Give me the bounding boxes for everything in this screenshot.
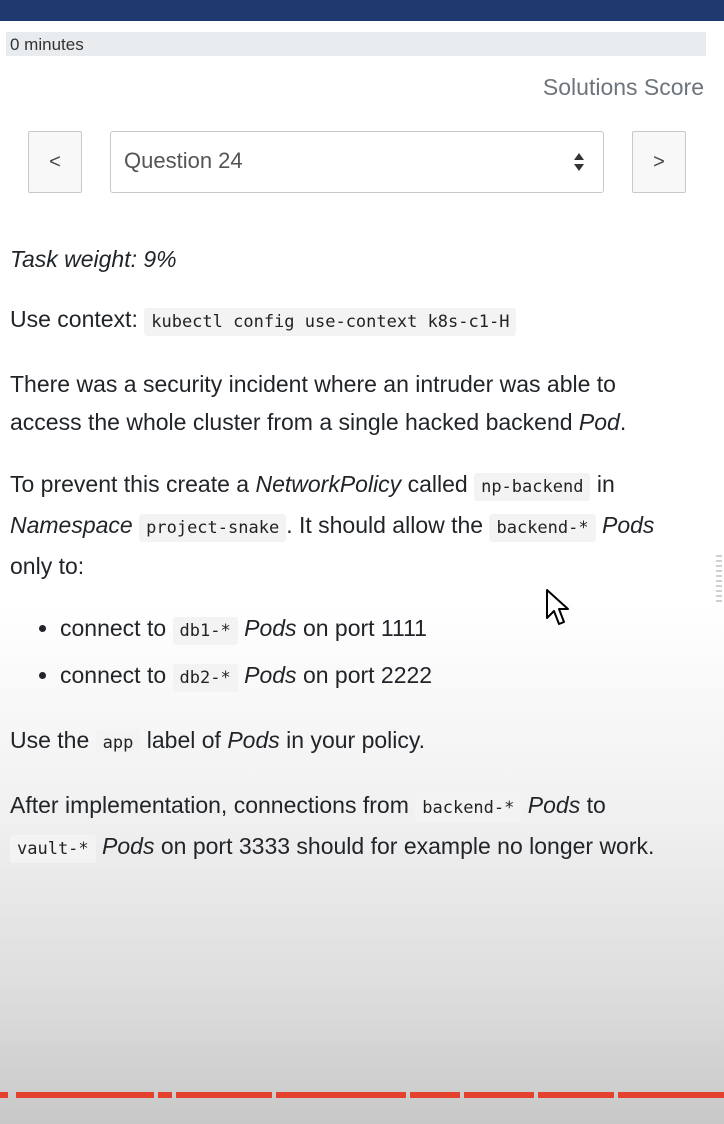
context-paragraph: Use context: kubectl config use-context … xyxy=(10,300,680,341)
timer-text: 0 minutes xyxy=(10,35,84,54)
backend-pods-code[interactable]: backend-* xyxy=(489,514,596,542)
list-item: connect to db2-* Pods on port 2222 xyxy=(60,656,680,697)
sort-caret-icon xyxy=(574,153,584,171)
solutions-score-link[interactable]: Solutions Score xyxy=(543,74,704,101)
db1-code[interactable]: db1-* xyxy=(172,617,238,645)
next-question-button[interactable]: > xyxy=(632,131,686,193)
namespace-code[interactable]: project-snake xyxy=(139,514,287,542)
top-bar xyxy=(0,0,724,21)
timer-progress-bar: 0 minutes xyxy=(6,32,706,56)
task-content: Task weight: 9% Use context: kubectl con… xyxy=(10,240,680,892)
policy-name-code[interactable]: np-backend xyxy=(474,473,591,501)
backend-code[interactable]: backend-* xyxy=(415,794,522,822)
previous-question-button[interactable]: < xyxy=(28,131,82,193)
instruction-paragraph: To prevent this create a NetworkPolicy c… xyxy=(10,471,655,579)
mouse-pointer-icon xyxy=(546,589,569,625)
db2-code[interactable]: db2-* xyxy=(172,664,238,692)
list-item: connect to db1-* Pods on port 1111 xyxy=(60,609,680,650)
red-progress-line xyxy=(0,1092,724,1098)
question-select[interactable]: Question 24 xyxy=(110,131,604,193)
incident-paragraph: There was a security incident where an i… xyxy=(10,371,627,435)
app-label-code[interactable]: app xyxy=(95,729,141,757)
requirements-list: connect to db1-* Pods on port 1111 conne… xyxy=(10,609,680,697)
verification-paragraph: After implementation, connections from b… xyxy=(10,786,680,868)
context-command[interactable]: kubectl config use-context k8s-c1-H xyxy=(144,308,517,336)
label-paragraph: Use the app label of Pods in your policy… xyxy=(10,721,680,762)
vault-code[interactable]: vault-* xyxy=(10,835,96,863)
task-weight: Task weight: 9% xyxy=(10,246,177,272)
question-select-value: Question 24 xyxy=(124,148,243,173)
scrollbar-grip[interactable] xyxy=(716,555,722,603)
